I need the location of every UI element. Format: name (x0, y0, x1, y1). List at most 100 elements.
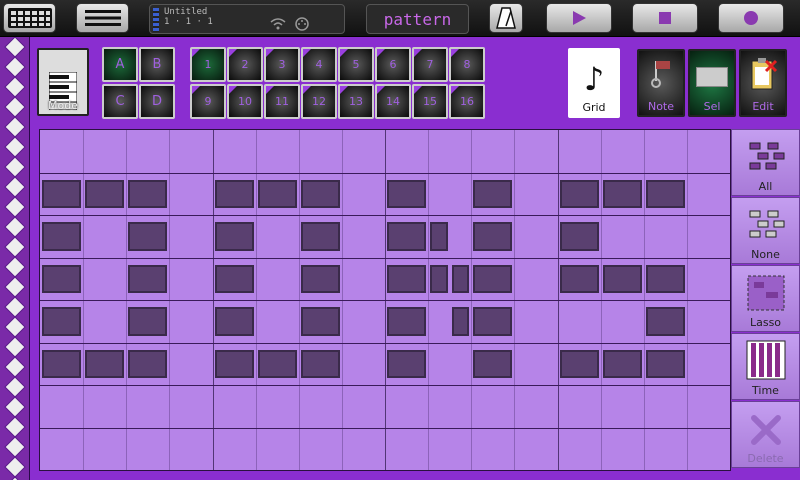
grid-view-button[interactable]: ♪ Grid (568, 48, 620, 118)
sequencer-note[interactable] (257, 349, 297, 378)
menu-button[interactable] (76, 3, 129, 33)
sequencer-note[interactable] (602, 264, 642, 293)
lasso-tool-button[interactable]: Lasso (731, 265, 800, 332)
record-button[interactable] (718, 3, 784, 33)
pattern-slot-2[interactable]: 2 (227, 47, 263, 82)
sequencer-note[interactable] (128, 349, 168, 378)
sequencer-note[interactable] (128, 179, 168, 208)
sequencer-note[interactable] (473, 349, 513, 378)
pattern-slot-label: 14 (386, 95, 400, 108)
sequencer-note[interactable] (645, 179, 685, 208)
mode-button[interactable]: Mode (37, 48, 89, 116)
pattern-label[interactable]: pattern (366, 4, 469, 34)
sequencer-note[interactable] (559, 222, 599, 251)
sequencer-note[interactable] (257, 179, 297, 208)
sequencer-note[interactable] (387, 264, 427, 293)
sequencer-note[interactable] (602, 179, 642, 208)
step-sequencer-grid[interactable] (39, 129, 731, 471)
grid-row-line (40, 172, 730, 174)
pattern-slot-label: 16 (460, 95, 474, 108)
note-settings-button[interactable]: Note (637, 49, 685, 117)
sequencer-note[interactable] (214, 264, 254, 293)
sequencer-note[interactable] (300, 222, 340, 251)
sequencer-note[interactable] (602, 349, 642, 378)
delete-tool-button[interactable]: Delete (731, 401, 800, 468)
sequencer-note[interactable] (214, 349, 254, 378)
sequencer-note[interactable] (300, 307, 340, 336)
section-tile-b[interactable]: B (139, 47, 175, 82)
sequencer-note[interactable] (451, 307, 470, 336)
sequencer-note[interactable] (85, 349, 125, 378)
sequencer-note[interactable] (387, 307, 427, 336)
pattern-slot-15[interactable]: 15 (412, 84, 448, 119)
metronome-button[interactable] (489, 3, 523, 33)
pattern-slot-16[interactable]: 16 (449, 84, 485, 119)
sequencer-note[interactable] (473, 264, 513, 293)
section-tile-a[interactable]: A (102, 47, 138, 82)
song-info-display[interactable]: Untitled 1 · 1 · 1 (149, 4, 345, 34)
clipboard-delete-icon (751, 58, 778, 90)
pattern-slot-8[interactable]: 8 (449, 47, 485, 82)
pattern-slot-12[interactable]: 12 (301, 84, 337, 119)
sequencer-note[interactable] (300, 179, 340, 208)
pattern-slot-6[interactable]: 6 (375, 47, 411, 82)
time-tool-button[interactable]: Time (731, 333, 800, 400)
sequencer-note[interactable] (559, 349, 599, 378)
sequencer-note[interactable] (214, 307, 254, 336)
sequencer-note[interactable] (645, 349, 685, 378)
sequencer-note[interactable] (300, 349, 340, 378)
sequencer-note[interactable] (430, 222, 448, 251)
pattern-slot-14[interactable]: 14 (375, 84, 411, 119)
all-tool-button[interactable]: All (731, 129, 800, 196)
pattern-slot-9[interactable]: 9 (190, 84, 226, 119)
sequencer-note[interactable] (387, 349, 427, 378)
pattern-slot-4[interactable]: 4 (301, 47, 337, 82)
sequencer-note[interactable] (473, 179, 513, 208)
pattern-slot-label: 7 (426, 58, 434, 71)
pattern-slot-7[interactable]: 7 (412, 47, 448, 82)
sequencer-note[interactable] (42, 179, 82, 208)
sequencer-note[interactable] (451, 264, 470, 293)
scroll-strip[interactable] (0, 36, 30, 480)
pattern-slot-10[interactable]: 10 (227, 84, 263, 119)
none-tool-button[interactable]: None (731, 197, 800, 264)
sequencer-note[interactable] (645, 264, 685, 293)
pattern-slot-3[interactable]: 3 (264, 47, 300, 82)
sequencer-note[interactable] (42, 264, 82, 293)
app-root: Untitled 1 · 1 · 1 pattern Mode A B C D … (0, 0, 800, 480)
sequencer-note[interactable] (42, 349, 82, 378)
sequencer-note[interactable] (300, 264, 340, 293)
sequencer-note[interactable] (559, 179, 599, 208)
top-toolbar: Untitled 1 · 1 · 1 pattern (0, 0, 800, 37)
sequencer-note[interactable] (473, 307, 513, 336)
section-tile-c[interactable]: C (102, 84, 138, 119)
pattern-slot-1[interactable]: 1 (190, 47, 226, 82)
sequencer-note[interactable] (128, 264, 168, 293)
sequencer-note[interactable] (387, 179, 427, 208)
keyboard-grid-button[interactable] (3, 3, 56, 33)
sequencer-note[interactable] (387, 222, 427, 251)
sequencer-note[interactable] (42, 222, 82, 251)
pattern-slot-11[interactable]: 11 (264, 84, 300, 119)
sequencer-note[interactable] (430, 264, 448, 293)
sequencer-note[interactable] (214, 222, 254, 251)
sequencer-note[interactable] (42, 307, 82, 336)
pattern-slot-13[interactable]: 13 (338, 84, 374, 119)
section-tile-d[interactable]: D (139, 84, 175, 119)
stop-button[interactable] (632, 3, 698, 33)
play-button[interactable] (546, 3, 612, 33)
select-button[interactable]: Sel (688, 49, 736, 117)
pattern-slot-5[interactable]: 5 (338, 47, 374, 82)
sequencer-note[interactable] (128, 307, 168, 336)
sequencer-note[interactable] (128, 222, 168, 251)
section-tile-label: B (152, 57, 162, 72)
pattern-slot-label: 4 (315, 58, 323, 71)
grid-row-line (40, 215, 730, 216)
edit-button[interactable]: Edit (739, 49, 787, 117)
pattern-slot-label: 3 (278, 58, 286, 71)
sequencer-note[interactable] (85, 179, 125, 208)
sequencer-note[interactable] (559, 264, 599, 293)
sequencer-note[interactable] (473, 222, 513, 251)
sequencer-note[interactable] (645, 307, 685, 336)
sequencer-note[interactable] (214, 179, 254, 208)
